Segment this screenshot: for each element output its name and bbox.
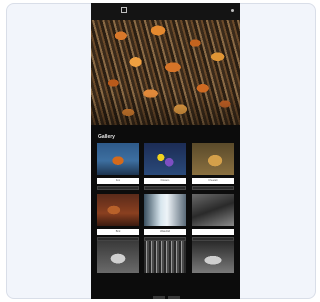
tile-caption: Flowers [144,178,186,184]
phone-frame: Gallery Fox Flowers Cheetah Bird Waterfa… [91,3,240,299]
hero-image [91,20,240,125]
tile-button[interactable] [144,186,186,190]
footer-button[interactable] [153,296,165,299]
gallery-image[interactable] [97,241,139,273]
tile-caption [192,229,234,235]
gallery-tile[interactable] [97,241,139,277]
gallery-tile[interactable] [144,241,186,277]
gallery-tile[interactable] [192,241,234,277]
gallery-image[interactable] [97,143,139,175]
gallery-tile[interactable] [192,194,234,244]
logo-square-icon[interactable] [121,7,127,13]
top-bar [91,3,240,20]
footer-button[interactable] [168,296,180,299]
tile-caption: Cheetah [192,178,234,184]
gallery-image[interactable] [97,194,139,226]
gallery-image[interactable] [144,143,186,175]
gallery-image[interactable] [192,194,234,226]
gallery-tile[interactable]: Flowers [144,143,186,193]
gallery-tile[interactable]: Cheetah [192,143,234,193]
gallery-image[interactable] [144,194,186,226]
menu-icon[interactable] [231,9,234,12]
gallery-tile[interactable]: Waterfall [144,194,186,244]
gallery-title: Gallery [98,134,115,140]
tile-button[interactable] [192,186,234,190]
tile-caption: Fox [97,178,139,184]
gallery-tile[interactable]: Bird [97,194,139,244]
gallery-tile[interactable]: Fox [97,143,139,193]
gallery-image[interactable] [192,241,234,273]
tile-caption: Waterfall [144,229,186,235]
gallery-image[interactable] [192,143,234,175]
tile-caption: Bird [97,229,139,235]
gallery-image[interactable] [144,241,186,273]
tile-button[interactable] [97,186,139,190]
